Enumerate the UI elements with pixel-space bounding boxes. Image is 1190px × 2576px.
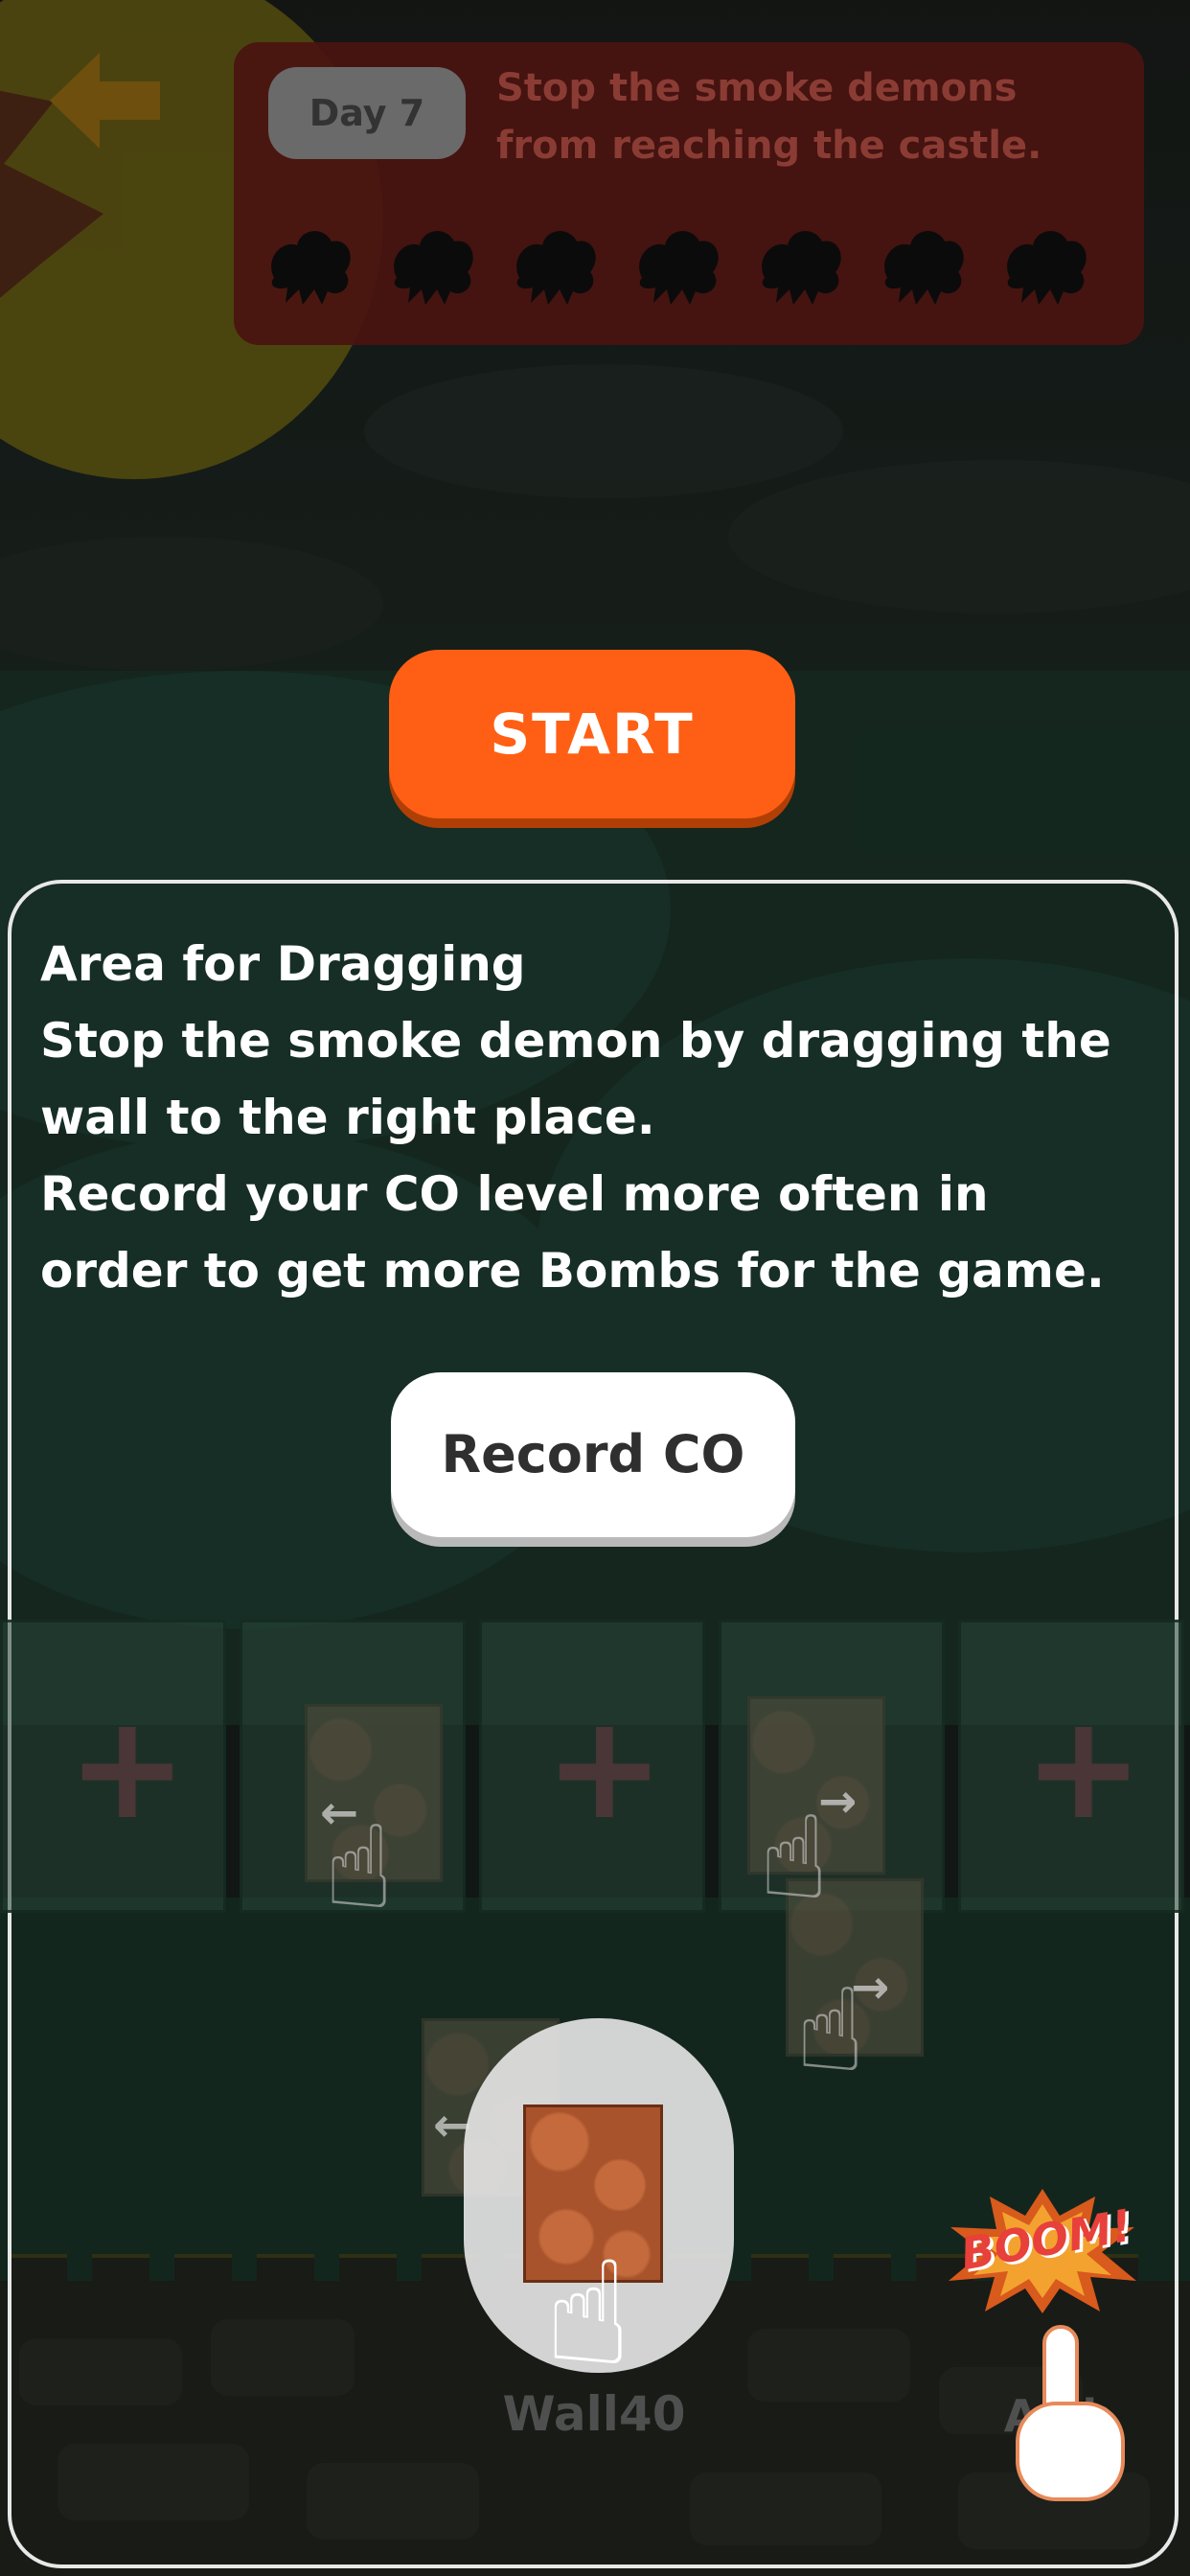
smoke-demon-icon bbox=[639, 231, 719, 305]
smoke-demon-icon bbox=[884, 231, 964, 305]
hand-pointer-icon bbox=[1016, 2325, 1125, 2501]
back-arrow-icon[interactable] bbox=[50, 48, 165, 153]
smoke-demon-icon bbox=[762, 231, 841, 305]
smoke-demon-icon bbox=[1007, 231, 1087, 305]
mission-text: Stop the smoke demons from reaching the … bbox=[496, 66, 1042, 168]
plus-icon: + bbox=[544, 1685, 665, 1852]
smoke-demon-icon bbox=[271, 231, 351, 305]
wall-item-label: Wall40 bbox=[502, 2386, 686, 2442]
drag-area-title: Area for Dragging bbox=[40, 936, 526, 992]
instruction-line: Stop the smoke demon by dragging the bbox=[40, 1013, 1111, 1069]
game-scene: Day 7 Stop the smoke demons from reachin… bbox=[0, 0, 1190, 2576]
hand-pointer-icon: ☝ bbox=[759, 1792, 830, 1925]
plus-icon: + bbox=[67, 1685, 188, 1852]
start-button[interactable]: START bbox=[389, 650, 795, 818]
hand-pointer-icon: ☝ bbox=[544, 2231, 632, 2398]
day-badge: Day 7 bbox=[268, 67, 466, 159]
hand-pointer-icon: ☝ bbox=[795, 1965, 866, 2098]
instruction-line: Record your CO level more often in bbox=[40, 1166, 989, 1222]
record-co-button[interactable]: Record CO bbox=[391, 1372, 795, 1537]
instruction-line: order to get more Bombs for the game. bbox=[40, 1243, 1105, 1299]
instruction-line: wall to the right place. bbox=[40, 1090, 655, 1145]
smoke-demon-queue bbox=[264, 220, 1117, 316]
smoke-demon-icon bbox=[394, 231, 473, 305]
smoke-demon-icon bbox=[516, 231, 596, 305]
hand-pointer-icon: ☝ bbox=[324, 1802, 395, 1935]
plus-icon: + bbox=[1023, 1685, 1144, 1852]
